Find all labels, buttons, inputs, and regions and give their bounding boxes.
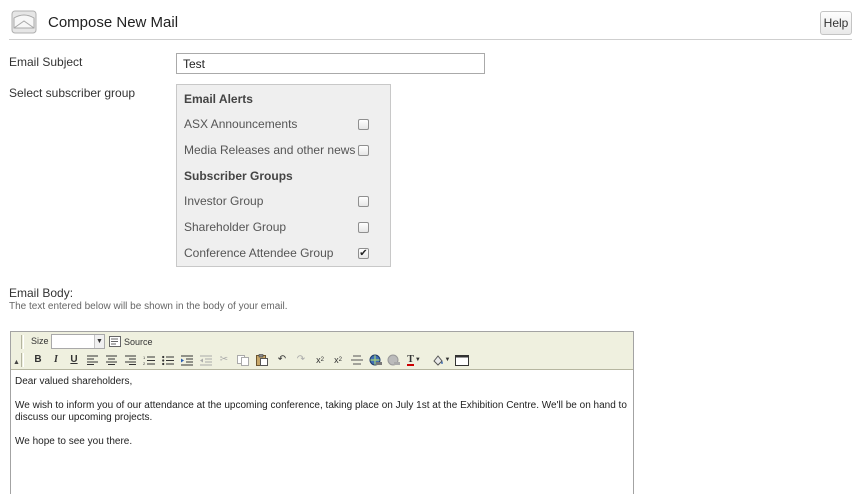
link-icon[interactable]: [368, 353, 382, 367]
align-center-icon[interactable]: [104, 353, 118, 367]
help-button[interactable]: Help: [820, 11, 852, 35]
svg-text:1: 1: [143, 355, 146, 360]
bold-icon[interactable]: B: [31, 353, 45, 367]
underline-icon[interactable]: U: [67, 353, 81, 367]
investor-group-checkbox[interactable]: [358, 196, 369, 207]
align-left-icon[interactable]: [85, 353, 99, 367]
body-paragraph: We wish to inform you of our attendance …: [15, 400, 630, 423]
background-color-icon[interactable]: ▼: [431, 353, 451, 367]
maximize-icon[interactable]: [455, 353, 469, 367]
svg-text:2: 2: [143, 361, 146, 366]
group-item-media-releases: Media Releases and other news: [184, 143, 356, 157]
toolbar-grip: [21, 335, 24, 349]
editor-toolbar: Size ▼ Source ▲ B I U 12 ✂ ↶ ↷ x 2 x 2 T…: [11, 332, 633, 370]
group-item-shareholder-group: Shareholder Group: [184, 220, 287, 234]
italic-icon[interactable]: I: [49, 353, 63, 367]
toolbar-collapse-icon[interactable]: ▲: [12, 358, 21, 367]
email-body-editor[interactable]: Dear valued shareholders, We wish to inf…: [11, 371, 633, 495]
email-subject-label: Email Subject: [9, 55, 83, 69]
email-subject-input[interactable]: [176, 53, 485, 74]
conference-attendee-group-checkbox[interactable]: ✔: [358, 248, 369, 259]
asx-announcements-checkbox[interactable]: [358, 119, 369, 130]
email-body-label: Email Body:: [9, 286, 74, 300]
font-size-label: Size: [31, 336, 49, 346]
source-label: Source: [124, 336, 153, 347]
page-title: Compose New Mail: [48, 14, 179, 31]
cut-icon[interactable]: ✂: [217, 353, 231, 367]
ordered-list-icon[interactable]: 12: [142, 353, 156, 367]
group-item-investor-group: Investor Group: [184, 194, 264, 208]
redo-icon[interactable]: ↷: [294, 353, 308, 367]
shareholder-group-checkbox[interactable]: [358, 222, 369, 233]
email-alerts-heading: Email Alerts: [184, 92, 253, 106]
mail-icon: [11, 10, 37, 34]
paste-icon[interactable]: [255, 353, 269, 367]
subscriber-groups-heading: Subscriber Groups: [184, 169, 293, 183]
source-button[interactable]: Source: [109, 334, 153, 349]
unlink-icon[interactable]: [386, 353, 400, 367]
chevron-down-icon: ▼: [94, 335, 104, 348]
body-paragraph: Dear valued shareholders,: [15, 376, 133, 387]
unordered-list-icon[interactable]: [161, 353, 175, 367]
toolbar-grip: [21, 353, 24, 367]
outdent-icon[interactable]: [199, 353, 213, 367]
undo-icon[interactable]: ↶: [275, 353, 289, 367]
rich-text-editor: Size ▼ Source ▲ B I U 12 ✂ ↶ ↷ x 2 x 2 T…: [10, 331, 634, 495]
subscriber-group-label: Select subscriber group: [9, 86, 136, 100]
superscript-icon[interactable]: x2: [331, 353, 345, 367]
copy-icon[interactable]: [236, 353, 250, 367]
text-color-icon[interactable]: T ▼: [405, 353, 423, 367]
font-size-select[interactable]: ▼: [51, 334, 105, 349]
body-paragraph: We hope to see you there.: [15, 436, 133, 447]
page-header: Compose New Mail Help: [0, 0, 858, 41]
source-icon: [109, 336, 121, 347]
indent-icon[interactable]: [180, 353, 194, 367]
header-divider: [9, 39, 852, 40]
email-body-hint: The text entered below will be shown in …: [9, 301, 288, 312]
group-item-conference-attendee-group: Conference Attendee Group: [184, 246, 334, 260]
group-item-asx-announcements: ASX Announcements: [184, 117, 298, 131]
align-right-icon[interactable]: [123, 353, 137, 367]
font-size-value: [52, 340, 55, 350]
media-releases-checkbox[interactable]: [358, 145, 369, 156]
subscriber-group-list: Email Alerts ASX Announcements Media Rel…: [176, 84, 391, 267]
horizontal-rule-icon[interactable]: [350, 353, 364, 367]
subscript-icon[interactable]: x2: [313, 353, 327, 367]
